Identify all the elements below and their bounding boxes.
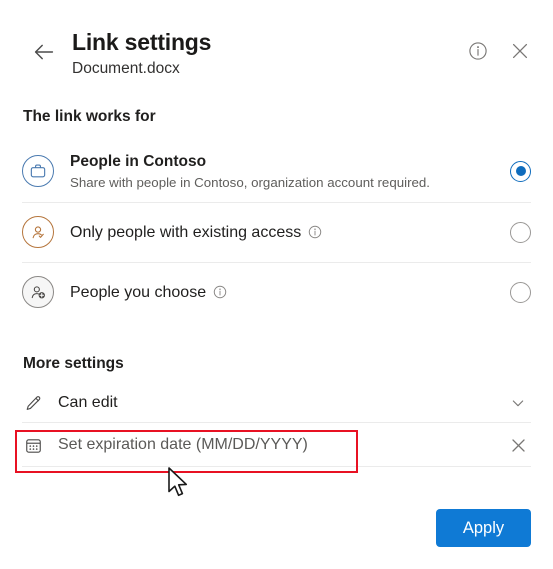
radio-existing-access[interactable] (510, 221, 531, 243)
expiration-date-field[interactable]: Set expiration date (MM/DD/YYYY) (0, 423, 553, 467)
option-title-text: Only people with existing access (70, 223, 302, 241)
option-title: People in Contoso (70, 152, 207, 170)
person-add-icon (22, 276, 54, 308)
option-title: Only people with existing access (70, 222, 322, 243)
pencil-icon (22, 394, 44, 413)
option-text: People in Contoso Share with people in C… (70, 151, 500, 192)
apply-button[interactable]: Apply (436, 509, 531, 547)
document-name: Document.docx (72, 60, 180, 77)
close-icon[interactable] (505, 36, 535, 66)
more-settings-heading: More settings (23, 355, 124, 372)
dialog-header: Link settings Document.docx (0, 0, 553, 92)
option-text: People you choose (70, 282, 500, 303)
radio-people-you-choose[interactable] (510, 281, 531, 303)
mouse-pointer (167, 467, 191, 501)
expiration-date-placeholder[interactable]: Set expiration date (MM/DD/YYYY) (58, 436, 505, 454)
link-audience-option-list: People in Contoso Share with people in C… (0, 140, 553, 322)
option-text: Only people with existing access (70, 222, 500, 243)
permission-selector[interactable]: Can edit (0, 383, 553, 423)
clear-expiration-close-icon[interactable] (505, 432, 531, 458)
info-icon[interactable] (463, 36, 493, 66)
link-settings-dialog: Link settings Document.docx The link wor… (0, 0, 553, 569)
permission-label: Can edit (58, 394, 118, 411)
option-people-you-choose[interactable]: People you choose (0, 262, 553, 322)
link-works-for-heading: The link works for (23, 108, 156, 125)
page-title: Link settings (72, 29, 212, 55)
option-existing-access[interactable]: Only people with existing access (0, 202, 553, 262)
chevron-down-icon[interactable] (505, 390, 531, 416)
title-block: Link settings Document.docx (72, 27, 211, 80)
briefcase-icon (22, 155, 54, 187)
calendar-icon (22, 436, 44, 455)
option-people-in-contoso[interactable]: People in Contoso Share with people in C… (0, 140, 553, 202)
option-title: People you choose (70, 282, 227, 303)
radio-people-in-contoso[interactable] (510, 160, 531, 182)
info-icon[interactable] (308, 225, 322, 239)
option-subtitle: Share with people in Contoso, organizati… (70, 174, 430, 190)
header-actions (463, 36, 535, 66)
more-settings-list: Can edit Set expiration date (MM/DD/YYYY… (0, 383, 553, 467)
person-check-icon (22, 216, 54, 248)
option-title-text: People you choose (70, 283, 207, 301)
dialog-footer: Apply (436, 509, 531, 547)
back-arrow-icon[interactable] (28, 36, 60, 68)
info-icon[interactable] (213, 285, 227, 299)
